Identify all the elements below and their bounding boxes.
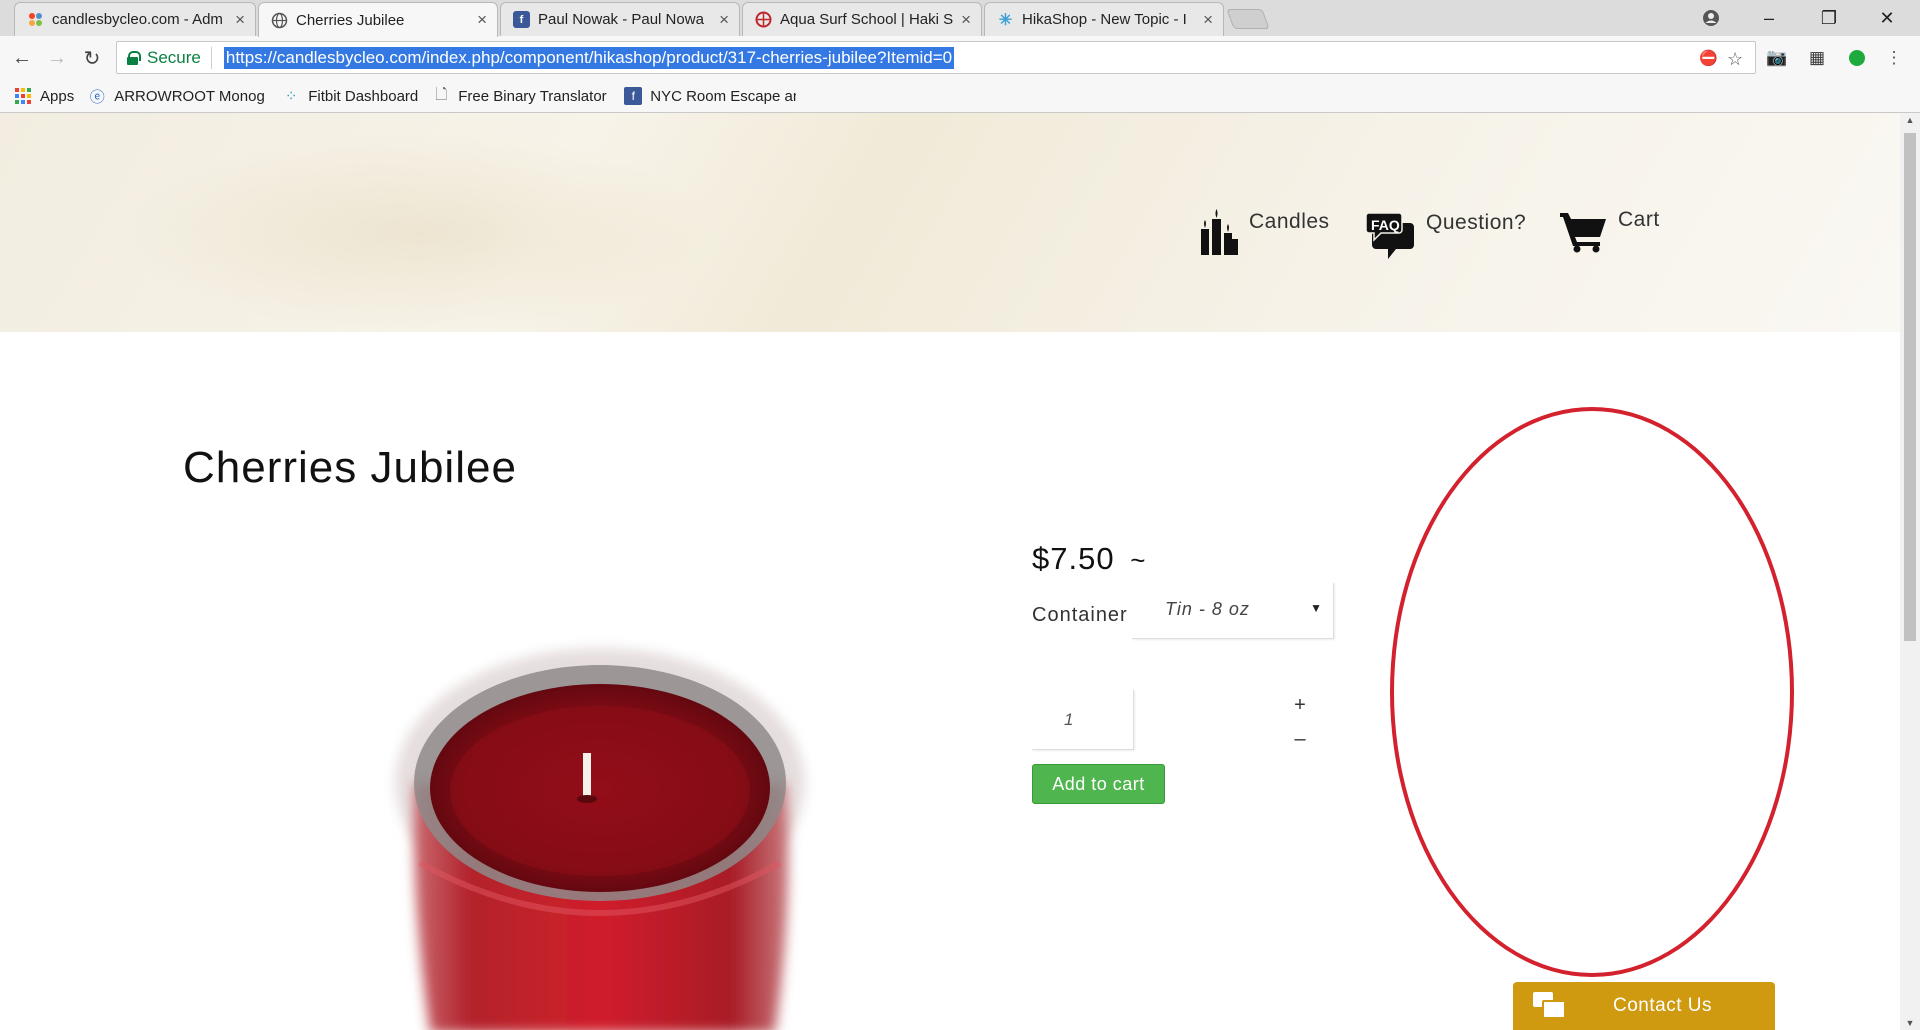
menu-icon[interactable]: ⋮ — [1884, 48, 1904, 68]
tab-title: Paul Nowak - Paul Nowa — [538, 11, 704, 28]
tab-title: HikaShop - New Topic - I — [1022, 11, 1187, 28]
price-value: $7.50 — [1032, 541, 1115, 576]
bookmark-label: Apps — [40, 87, 75, 105]
quantity-increase-button[interactable]: + — [1290, 694, 1310, 717]
scroll-up-icon[interactable]: ▲ — [1900, 115, 1920, 125]
forward-button[interactable]: → — [43, 44, 71, 72]
bookmark-arrowroot[interactable]: ⓔ ARROWROOT Monog — [88, 87, 268, 106]
container-label: Container — [1032, 604, 1128, 626]
bookmark-label: Free Binary Translator — [458, 87, 607, 105]
container-selected-value: Tin - 8 oz — [1165, 599, 1250, 619]
close-icon[interactable]: × — [477, 10, 487, 30]
browser-toolbar: ← → ↻ Secure https://candlesbycleo.com/i… — [0, 36, 1920, 80]
tab-hikashop[interactable]: ✳ HikaShop - New Topic - I × — [984, 2, 1224, 36]
new-tab-button[interactable] — [1226, 9, 1270, 29]
blocked-popup-icon[interactable]: ⛔ — [1699, 49, 1718, 67]
security-indicator[interactable]: Secure — [127, 46, 212, 69]
close-window-button[interactable]: ✕ — [1864, 0, 1910, 36]
joomla-icon — [27, 11, 44, 28]
nav-question[interactable]: FAQ Question? — [1366, 209, 1526, 261]
tab-aqua-surf[interactable]: Aqua Surf School | Haki S × — [742, 2, 982, 36]
back-button[interactable]: ← — [8, 44, 36, 72]
address-bar[interactable]: Secure https://candlesbycleo.com/index.p… — [116, 41, 1756, 74]
price-suffix: ~ — [1130, 545, 1147, 575]
close-icon[interactable]: × — [719, 10, 729, 30]
nav-label: Question? — [1426, 211, 1527, 234]
bookmark-binary-translator[interactable]: 🗋 Free Binary Translator — [432, 87, 610, 105]
scroll-down-icon[interactable]: ▼ — [1900, 1018, 1920, 1028]
container-select[interactable]: Tin - 8 oz ▼ — [1132, 583, 1334, 639]
quantity-decrease-button[interactable]: – — [1290, 728, 1310, 751]
bookmark-label: ARROWROOT Monog — [114, 87, 265, 105]
page-icon: 🗋 — [435, 87, 448, 103]
bookmarks-bar: Apps ⓔ ARROWROOT Monog ⁘ Fitbit Dashboar… — [0, 80, 1920, 113]
url-text[interactable]: https://candlesbycleo.com/index.php/comp… — [223, 46, 955, 69]
close-icon[interactable]: × — [235, 10, 245, 30]
candles-icon — [1199, 209, 1239, 260]
contact-label: Contact Us — [1613, 995, 1712, 1016]
page-scrollbar[interactable]: ▲ ▼ — [1900, 113, 1920, 1030]
bookmark-apps[interactable]: Apps — [14, 87, 74, 105]
contact-us-button[interactable]: Contact Us — [1513, 982, 1775, 1030]
web-page: Candles FAQ Question? Cart Cherries Jubi… — [0, 113, 1900, 1030]
reload-button[interactable]: ↻ — [78, 44, 106, 72]
close-icon[interactable]: × — [961, 10, 971, 30]
minimize-button[interactable]: – — [1746, 0, 1792, 36]
nav-label: Candles — [1249, 210, 1330, 233]
product-price: $7.50 ~ — [1032, 541, 1146, 577]
secure-label: Secure — [147, 47, 201, 67]
chevron-down-icon: ▼ — [1310, 601, 1323, 615]
facebook-icon: f — [624, 87, 643, 105]
lock-icon — [127, 51, 141, 65]
camera-icon[interactable]: 📷 — [1766, 48, 1787, 68]
fitbit-icon: ⁘ — [284, 88, 298, 105]
quantity-input[interactable]: 1 — [1032, 690, 1134, 750]
close-icon[interactable]: × — [1203, 10, 1213, 30]
tab-strip: candlesbycleo.com - Adm × Cherries Jubil… — [0, 0, 1920, 37]
tab-title: Cherries Jubilee — [296, 11, 405, 29]
profile-icon[interactable] — [1688, 0, 1734, 36]
nav-candles[interactable]: Candles — [1199, 209, 1330, 260]
surf-icon — [755, 11, 772, 28]
bookmark-label: Fitbit Dashboard — [308, 87, 419, 105]
tab-facebook[interactable]: f Paul Nowak - Paul Nowa × — [500, 2, 740, 36]
faq-icon: FAQ — [1366, 209, 1416, 261]
faq-icon-text: FAQ — [1371, 217, 1400, 233]
tab-title: candlesbycleo.com - Adm — [52, 11, 223, 28]
red-annotation-ellipse — [1390, 407, 1794, 977]
add-to-cart-button[interactable]: Add to cart — [1032, 764, 1165, 804]
nav-label: Cart — [1618, 208, 1660, 231]
bookmark-nyc-room-escape[interactable]: f NYC Room Escape an — [624, 87, 796, 105]
scroll-thumb[interactable] — [1904, 133, 1916, 641]
chat-icon — [1533, 992, 1566, 1020]
bookmark-label: NYC Room Escape an — [650, 87, 797, 105]
tab-cherries-jubilee[interactable]: Cherries Jubilee × — [258, 2, 498, 37]
tab-title: Aqua Surf School | Haki S — [780, 11, 954, 28]
tab-admin[interactable]: candlesbycleo.com - Adm × — [14, 2, 256, 36]
star-icon[interactable]: ☆ — [1727, 49, 1743, 70]
extension-film-icon[interactable]: ▦ — [1807, 48, 1827, 68]
facebook-icon: f — [513, 11, 530, 28]
restore-button[interactable]: ❐ — [1806, 0, 1852, 36]
extension-green-icon[interactable] — [1847, 48, 1867, 68]
nav-cart[interactable]: Cart — [1560, 208, 1660, 258]
bookmark-fitbit[interactable]: ⁘ Fitbit Dashboard — [282, 87, 419, 106]
apps-icon — [14, 87, 32, 105]
globe-icon — [271, 12, 288, 29]
product-image[interactable] — [380, 633, 830, 1030]
product-title: Cherries Jubilee — [183, 443, 517, 492]
hikashop-icon: ✳ — [998, 11, 1013, 29]
cart-icon — [1560, 209, 1608, 258]
arrowroot-icon: ⓔ — [89, 88, 105, 106]
